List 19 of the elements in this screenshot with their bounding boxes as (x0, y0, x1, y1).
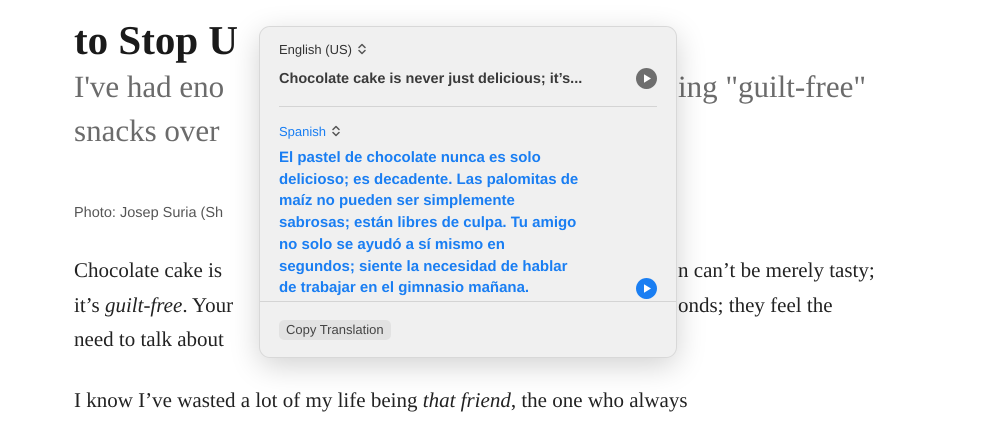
body-text: n can’t be merely tasty; (678, 257, 875, 284)
article-title: to Stop U (74, 16, 238, 65)
play-icon[interactable] (636, 68, 657, 89)
play-icon[interactable] (636, 278, 657, 299)
chevron-up-down-icon (358, 43, 366, 55)
copy-translation-button[interactable]: Copy Translation (279, 320, 391, 340)
photo-caption: Photo: Josep Suria (Sh (74, 204, 224, 223)
chevron-up-down-icon (332, 125, 340, 137)
article-subtitle: ing "guilt-free" (678, 68, 866, 106)
article-subtitle: I've had eno (74, 68, 224, 106)
body-text: need to talk about (74, 326, 224, 353)
body-text: it’s guilt-free. Your (74, 292, 234, 318)
body-text: onds; they feel the (678, 292, 833, 318)
body-text: Chocolate cake is (74, 257, 222, 284)
source-language-selector[interactable]: English (US) (279, 39, 366, 59)
body-paragraph: I know I’ve wasted a lot of my life being that friend, the one who always (74, 386, 689, 414)
translated-text: El pastel de chocolate nunca es solo delicioso; es decadente. Las palomitas de maíz no pueden ser simplemente sabrosas; están libres de culpa. Tu amigo no solo se ayudó a sí mismo en segundos; siente la necesidad de hablar de trabajar en el gimnasio mañana. (279, 148, 579, 298)
article-subtitle: snacks over (74, 112, 220, 150)
source-text: Chocolate cake is never just delicious; it’s... (279, 70, 582, 86)
